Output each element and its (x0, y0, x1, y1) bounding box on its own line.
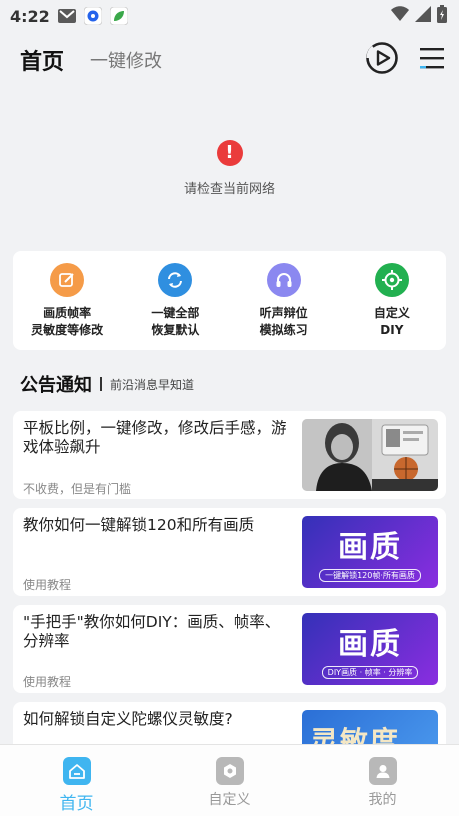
refresh-icon (158, 263, 193, 297)
article-card[interactable]: 平板比例，一键修改，修改后手感，游戏体验飙升 不收费，但是有门槛 (13, 411, 446, 499)
thumbnail-caption: DIY画质 · 帧率 · 分辨率 (321, 666, 419, 679)
article-card[interactable]: 教你如何一键解锁120和所有画质 使用教程 画质 一键解锁120帧·所有画质 (13, 508, 446, 596)
article-title: 如何解锁自定义陀螺仪灵敏度? (23, 710, 233, 728)
feature-restore-default[interactable]: 一键全部 恢复默认 (121, 251, 229, 350)
article-tag: 使用教程 (23, 675, 72, 689)
leaf-app-notification-icon (109, 7, 128, 25)
feature-label: 一键全部 恢复默认 (151, 306, 200, 337)
notice-title: 公告通知 (20, 375, 92, 396)
article-thumbnail-photo (302, 419, 438, 491)
feature-custom-diy[interactable]: 自定义 DIY (338, 251, 446, 350)
nav-label: 自定义 (208, 792, 251, 808)
feature-label: 听声辩位 模拟练习 (259, 306, 308, 337)
nav-label: 我的 (368, 792, 397, 808)
headset-icon (266, 263, 301, 297)
notice-divider (100, 377, 102, 391)
thumbnail-heading: 画质 (338, 627, 402, 662)
article-title: 平板比例，一键修改，修改后手感，游戏体验飙升 (23, 419, 287, 456)
nav-label: 首页 (59, 794, 94, 814)
custom-icon (215, 757, 244, 785)
play-video-icon[interactable] (365, 41, 399, 79)
article-tag: 不收费，但是有门槛 (23, 482, 132, 496)
feature-label: 画质帧率 灵敏度等修改 (31, 306, 104, 337)
header: 首页 一键修改 (0, 38, 459, 82)
article-title: "手把手"教你如何DIY：画质、帧率、分辨率 (23, 613, 281, 650)
bottom-navigation: 首页 自定义 我的 (0, 744, 459, 816)
status-bar: 4:22 (0, 0, 459, 32)
app-notification-icon (83, 7, 102, 25)
menu-icon[interactable] (419, 45, 445, 75)
article-thumbnail: 画质 一键解锁120帧·所有画质 (302, 516, 438, 588)
notice-subtitle: 前沿消息早知道 (110, 377, 195, 392)
network-error: ! 请检查当前网络 (0, 140, 459, 197)
error-icon: ! (216, 140, 243, 166)
article-title: 教你如何一键解锁120和所有画质 (23, 516, 255, 534)
nav-item-custom[interactable]: 自定义 (153, 745, 306, 816)
status-time: 4:22 (10, 6, 50, 26)
nav-item-home[interactable]: 首页 (0, 745, 153, 816)
wifi-icon (391, 6, 409, 26)
gmail-notification-icon (57, 7, 76, 25)
tab-one-click-modify[interactable]: 一键修改 (90, 47, 162, 73)
tab-home[interactable]: 首页 (20, 44, 64, 76)
article-card[interactable]: "手把手"教你如何DIY：画质、帧率、分辨率 使用教程 画质 DIY画质 · 帧… (13, 605, 446, 693)
feature-card: 画质帧率 灵敏度等修改 一键全部 恢复默认 听声辩位 模拟练习 自定义 DIY (13, 251, 446, 350)
notice-header: 公告通知 前沿消息早知道 (20, 371, 194, 397)
signal-icon (415, 6, 431, 26)
user-icon (368, 757, 397, 785)
feature-sound-practice[interactable]: 听声辩位 模拟练习 (230, 251, 338, 350)
nav-item-mine[interactable]: 我的 (306, 745, 459, 816)
edit-icon (50, 263, 85, 297)
feature-label: 自定义 DIY (373, 306, 410, 337)
article-thumbnail: 画质 DIY画质 · 帧率 · 分辨率 (302, 613, 438, 685)
thumbnail-caption: 一键解锁120帧·所有画质 (319, 569, 421, 582)
network-error-message[interactable]: 请检查当前网络 (0, 178, 459, 197)
thumbnail-heading: 画质 (338, 530, 402, 565)
feature-graphics-modify[interactable]: 画质帧率 灵敏度等修改 (13, 251, 121, 350)
battery-icon (437, 5, 447, 27)
home-icon (62, 757, 91, 785)
article-tag: 使用教程 (23, 578, 72, 592)
crosshair-icon (374, 263, 409, 297)
